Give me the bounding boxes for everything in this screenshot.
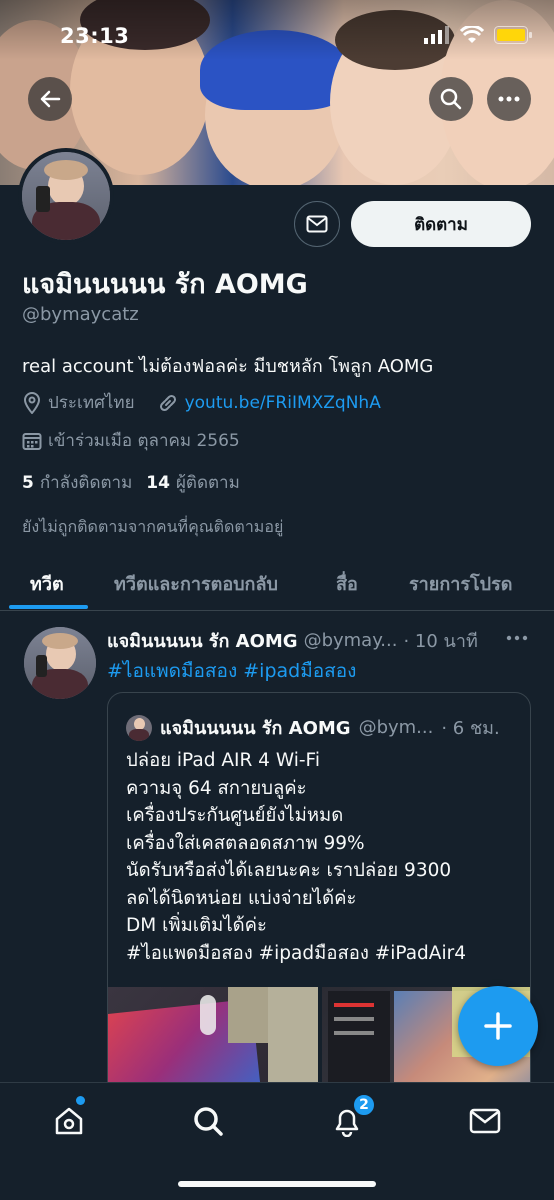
back-arrow-icon	[40, 90, 61, 108]
quoted-tweet-name: แจมินนนนน รัก AOMG	[160, 718, 351, 739]
tweet-text[interactable]: #ไอแพดมือสอง #ipadมือสอง	[107, 656, 356, 686]
profile-handle: @bymaycatz	[22, 304, 139, 325]
profile-tabs: ทวีต ทวีตและการตอบกลับ สื่อ รายการโปรด	[0, 555, 554, 611]
profile-joined: เข้าร่วมเมือ ตุลาคม 2565	[48, 431, 240, 451]
home-indicator[interactable]	[178, 1181, 376, 1187]
tab-tweets-replies[interactable]: ทวีตและการตอบกลับ	[114, 569, 278, 598]
profile-screen: 23:13 ติดตาม แจมินนนนน รัก AOMG @bymayca…	[0, 0, 554, 1200]
profile-avatar[interactable]	[18, 148, 114, 244]
tab-likes[interactable]: รายการโปรด	[409, 569, 512, 598]
signal-icon	[424, 26, 449, 44]
display-name: แจมินนนนน รัก AOMG	[22, 269, 308, 300]
tweet-header: แจมินนนนน รัก AOMG @bymay... · 10 นาที	[107, 626, 478, 655]
home-unread-dot	[76, 1096, 85, 1105]
link-icon	[159, 394, 176, 411]
quoted-tweet-line: ความจุ 64 สกายบลูค่ะ	[126, 777, 307, 799]
wifi-icon	[460, 26, 484, 43]
followers-stat[interactable]: 14 ผู้ติดตาม	[146, 469, 240, 496]
quoted-tweet-time: · 6 ชม.	[441, 718, 500, 739]
tweet-more-button[interactable]	[506, 626, 528, 645]
calendar-icon	[22, 432, 42, 450]
not-followed-notice: ยังไม่ถูกติดตามจากคนที่คุณติดตามอยู่	[22, 517, 284, 536]
tweet-author-handle: @bymay...	[303, 630, 398, 651]
compose-tweet-button[interactable]	[458, 986, 538, 1066]
quoted-tweet-line: ลดได้นิดหน่อย แบ่งจ่ายได้ค่ะ	[126, 887, 357, 909]
quoted-tweet-line: เครื่องใส่เคสตลอดสภาพ 99%	[126, 832, 365, 854]
search-button[interactable]	[429, 77, 473, 121]
profile-location: ประเทศไทย	[48, 393, 135, 413]
tweet-avatar[interactable]	[24, 627, 96, 699]
follow-button[interactable]: ติดตาม	[351, 201, 531, 247]
profile-joined-row: เข้าร่วมเมือ ตุลาคม 2565	[22, 427, 240, 454]
follow-stats: 5 กำลังติดตาม 14 ผู้ติดตาม	[22, 469, 240, 496]
profile-meta-row: ประเทศไทย youtu.be/FRiIMXZqNhA	[22, 389, 381, 416]
nav-search[interactable]	[188, 1101, 228, 1141]
quoted-tweet-line: นัดรับหรือส่งได้เลยนะคะ เราปล่อย 9300	[126, 860, 452, 881]
message-button[interactable]	[294, 201, 340, 247]
status-time: 23:13	[60, 24, 130, 48]
more-icon	[498, 96, 520, 102]
mail-icon	[306, 215, 328, 233]
back-button[interactable]	[28, 77, 72, 121]
quoted-tweet-line: #ไอแพดมือสอง #ipadมือสอง #iPadAir4	[126, 942, 466, 964]
profile-link[interactable]: youtu.be/FRiIMXZqNhA	[185, 393, 381, 413]
following-stat[interactable]: 5 กำลังติดตาม	[22, 469, 132, 496]
compose-icon	[484, 1012, 512, 1040]
tweet-author-name[interactable]: แจมินนนนน รัก AOMG	[107, 626, 298, 655]
quoted-tweet-avatar	[126, 714, 152, 741]
profile-bio: real account ไม่ต้องฟอลค่ะ มีบชหลัก โพลู…	[22, 356, 434, 377]
quoted-tweet-body: ปล่อย iPad AIR 4 Wi-Fi ความจุ 64 สกายบลู…	[126, 747, 466, 967]
location-icon	[23, 391, 41, 414]
quoted-tweet-handle: @bym...	[358, 717, 434, 738]
tab-tweets[interactable]: ทวีต	[30, 569, 64, 598]
quoted-tweet-line: ปล่อย iPad AIR 4 Wi-Fi	[126, 750, 320, 771]
search-icon	[194, 1107, 223, 1136]
quoted-tweet-line: DM เพิ่มเติมได้ค่ะ	[126, 915, 267, 936]
quoted-tweet-header: แจมินนนนน รัก AOMG @bym... · 6 ชม.	[126, 713, 500, 742]
nav-home[interactable]	[49, 1101, 89, 1141]
status-icons	[424, 26, 532, 44]
nav-messages[interactable]	[465, 1101, 505, 1141]
battery-icon	[494, 26, 532, 44]
tab-media[interactable]: สื่อ	[336, 569, 358, 598]
more-button[interactable]	[487, 77, 531, 121]
home-icon	[55, 1107, 83, 1135]
mail-icon	[469, 1108, 501, 1134]
tweet-time: · 10 นาที	[403, 631, 478, 652]
quoted-tweet-line: เครื่องประกันศูนย์ยังไม่หมด	[126, 805, 344, 826]
more-icon	[506, 635, 528, 641]
notifications-badge: 2	[352, 1093, 376, 1117]
search-icon	[440, 88, 462, 110]
tab-indicator	[9, 605, 88, 609]
